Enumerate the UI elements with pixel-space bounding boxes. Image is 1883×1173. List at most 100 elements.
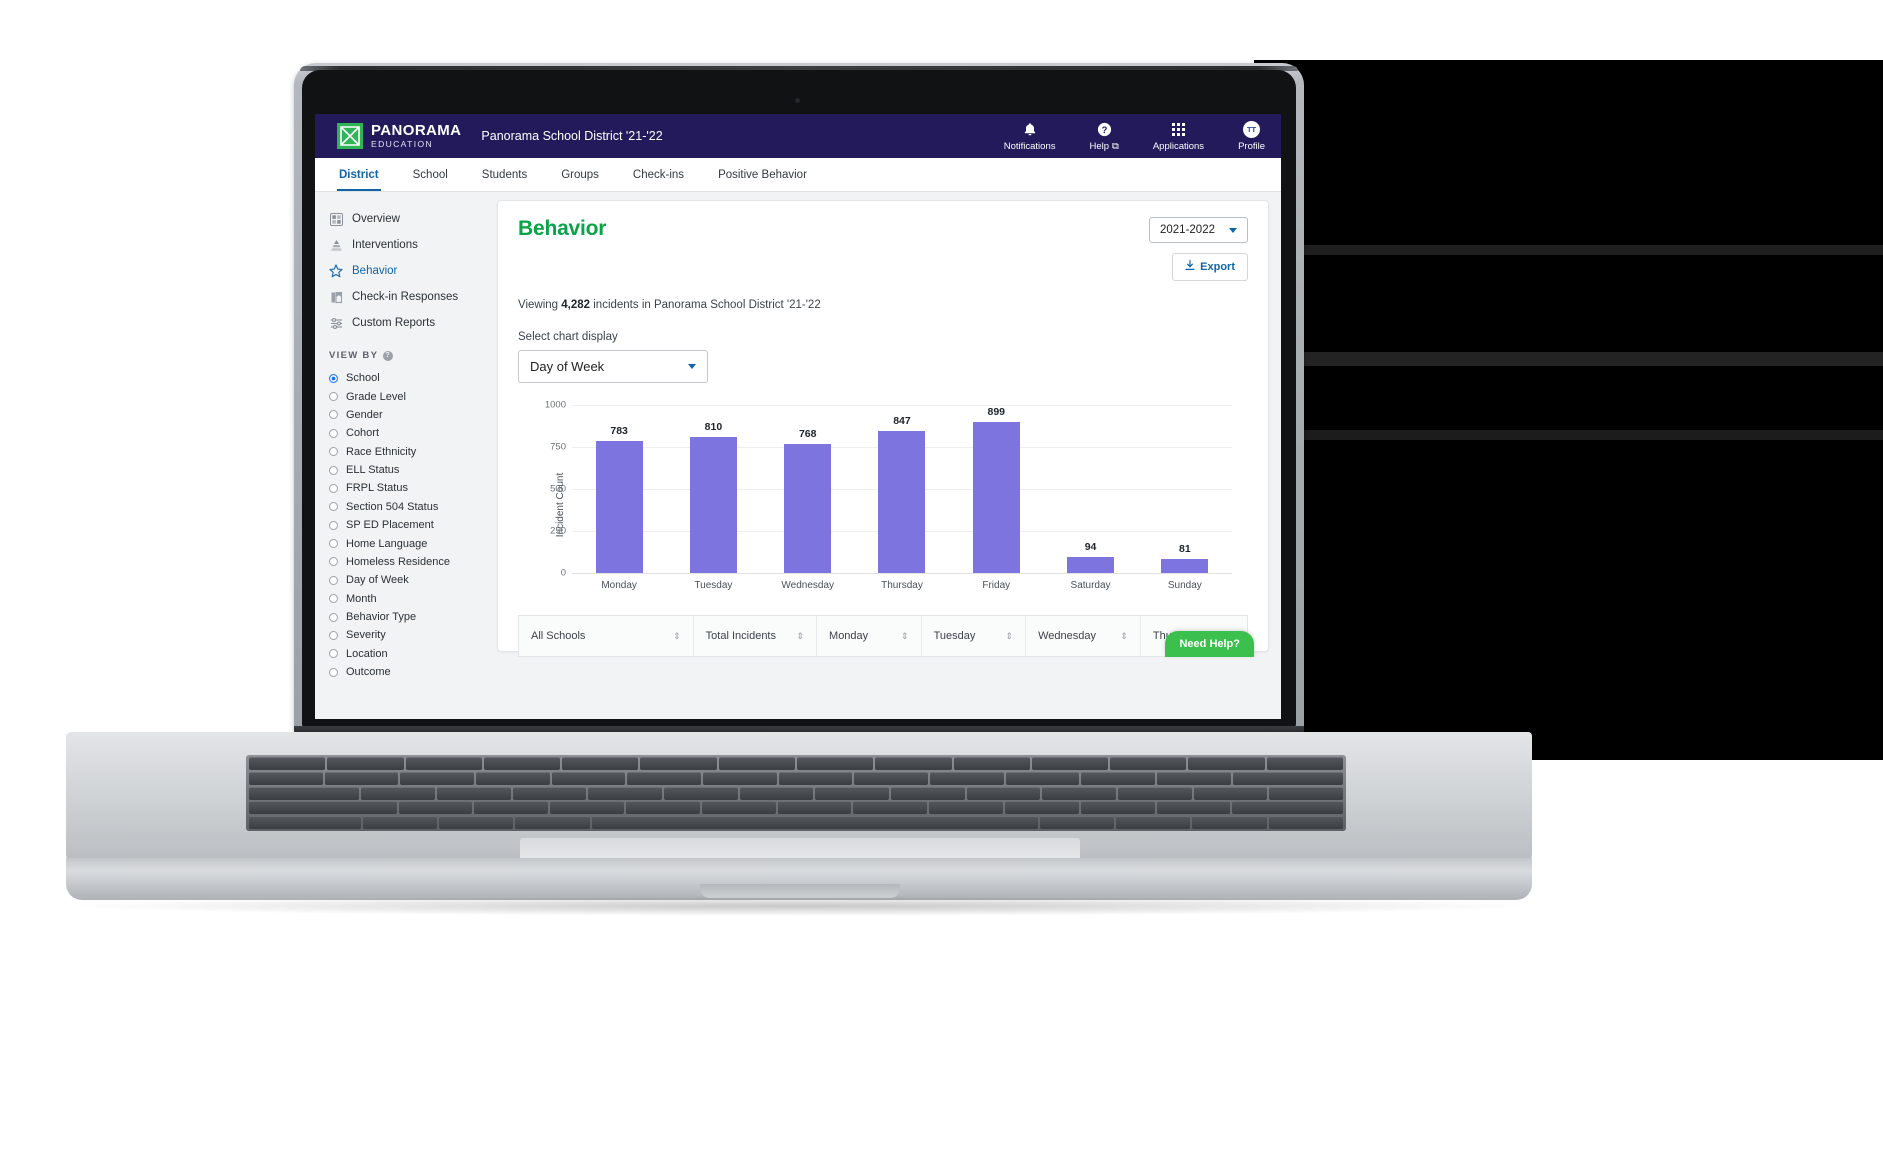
radio-label: Section 504 Status — [346, 500, 439, 513]
brand-logo-block[interactable]: PANORAMA EDUCATION — [337, 123, 461, 149]
chart-bar-column[interactable]: 783 — [572, 405, 666, 573]
col-all-schools[interactable]: All Schools ⇕ — [519, 616, 694, 656]
sidebar-item-behavior[interactable]: Behavior — [329, 258, 491, 284]
sliders-icon — [329, 316, 343, 330]
radio-indicator — [329, 520, 338, 530]
chart-bar-column[interactable]: 899 — [949, 405, 1043, 573]
help-text: Help — [1089, 140, 1110, 152]
col-label: All Schools — [531, 630, 586, 642]
export-row: Export — [518, 253, 1248, 281]
radio-sp-ed-placement[interactable]: SP ED Placement — [329, 516, 491, 534]
profile-button[interactable]: TT Profile — [1238, 120, 1265, 152]
chart-y-tick: 250 — [550, 525, 566, 537]
radio-label: Grade Level — [346, 390, 406, 403]
sidebar-item-overview[interactable]: Overview — [329, 206, 491, 232]
chart-bar-value: 94 — [1084, 541, 1097, 554]
dashboard-icon — [329, 212, 343, 226]
col-monday[interactable]: Monday ⇕ — [817, 616, 922, 656]
export-button[interactable]: Export — [1172, 253, 1248, 281]
district-name: Panorama School District '21-'22 — [481, 129, 663, 143]
chart-bar[interactable] — [595, 441, 643, 573]
chart-y-tick: 750 — [550, 441, 566, 453]
chart-bar-column[interactable]: 810 — [666, 405, 760, 573]
radio-school[interactable]: School — [329, 369, 491, 387]
radio-label: SP ED Placement — [346, 519, 434, 532]
radio-indicator — [329, 612, 338, 622]
notifications-label: Notifications — [1003, 140, 1056, 152]
applications-label: Applications — [1152, 140, 1205, 152]
chart-y-tick: 0 — [560, 567, 566, 579]
radio-gender[interactable]: Gender — [329, 406, 491, 424]
radio-outcome[interactable]: Outcome — [329, 663, 491, 681]
laptop-trackpad — [520, 838, 1080, 860]
chart-bar-column[interactable]: 94 — [1043, 405, 1137, 573]
radio-indicator — [329, 630, 338, 640]
chart-bar[interactable] — [1161, 559, 1209, 573]
radio-label: Gender — [346, 408, 383, 421]
col-total-incidents[interactable]: Total Incidents ⇕ — [694, 616, 818, 656]
need-help-button[interactable]: Need Help? — [1165, 631, 1254, 657]
incident-bar-chart: Incident Count 0 250 500 750 1000 783 810 768 84… — [518, 400, 1248, 605]
radio-month[interactable]: Month — [329, 590, 491, 608]
chart-bar[interactable] — [689, 436, 737, 573]
viewing-count: 4,282 — [561, 299, 591, 311]
radio-label: Cohort — [346, 427, 380, 440]
radio-behavior-type[interactable]: Behavior Type — [329, 608, 491, 626]
chart-bar-column[interactable]: 768 — [761, 405, 855, 573]
radio-cohort[interactable]: Cohort — [329, 424, 491, 442]
chart-x-tick: Wednesday — [781, 580, 835, 591]
school-year-select[interactable]: 2021-2022 — [1149, 217, 1248, 243]
radio-day-of-week[interactable]: Day of Week — [329, 571, 491, 589]
tab-groups[interactable]: Groups — [559, 169, 601, 191]
radio-home-language[interactable]: Home Language — [329, 534, 491, 552]
laptop-mockup: PANORAMA EDUCATION Panorama School Distr… — [0, 0, 1883, 1173]
sidebar-item-custom-reports[interactable]: Custom Reports — [329, 310, 491, 336]
chart-display-select[interactable]: Day of Week — [518, 350, 708, 383]
chart-bar[interactable] — [878, 430, 926, 573]
col-tuesday[interactable]: Tuesday ⇕ — [922, 616, 1027, 656]
chart-bar[interactable] — [784, 443, 832, 573]
profile-label: Profile — [1238, 140, 1265, 152]
radio-label: Severity — [346, 629, 386, 642]
chart-x-tick: Thursday — [881, 580, 923, 591]
sidebar-item-label: Overview — [352, 213, 400, 225]
radio-race-ethnicity[interactable]: Race Ethnicity — [329, 443, 491, 461]
col-wednesday[interactable]: Wednesday ⇕ — [1026, 616, 1141, 656]
chart-bar[interactable] — [972, 421, 1020, 573]
radio-section-504-status[interactable]: Section 504 Status — [329, 498, 491, 516]
tab-positive-behavior[interactable]: Positive Behavior — [716, 169, 809, 191]
tab-students[interactable]: Students — [480, 169, 529, 191]
chart-display-value: Day of Week — [530, 359, 605, 374]
question-circle-icon: ? — [1097, 121, 1112, 138]
radio-homeless-residence[interactable]: Homeless Residence — [329, 553, 491, 571]
star-icon — [329, 264, 343, 278]
tab-school[interactable]: School — [411, 169, 450, 191]
col-label: Wednesday — [1038, 630, 1096, 642]
radio-grade-level[interactable]: Grade Level — [329, 387, 491, 405]
tab-check-ins[interactable]: Check-ins — [631, 169, 686, 191]
help-circle-icon[interactable]: ? — [383, 350, 394, 361]
sort-icon: ⇕ — [673, 630, 681, 641]
radio-frpl-status[interactable]: FRPL Status — [329, 479, 491, 497]
radio-location[interactable]: Location — [329, 645, 491, 663]
radio-indicator — [329, 575, 338, 585]
radio-label: School — [346, 372, 380, 385]
tab-district[interactable]: District — [337, 169, 381, 191]
radio-ell-status[interactable]: ELL Status — [329, 461, 491, 479]
applications-button[interactable]: Applications — [1153, 121, 1204, 152]
sidebar-item-interventions[interactable]: Interventions — [329, 232, 491, 258]
sidebar-item-check-in-responses[interactable]: Check-in Responses — [329, 284, 491, 310]
radio-label: Month — [346, 592, 377, 605]
chart-bar[interactable] — [1067, 557, 1115, 573]
radio-severity[interactable]: Severity — [329, 626, 491, 644]
col-label: Total Incidents — [705, 630, 776, 642]
sidebar: Overview Interventions Behavior Check-in… — [315, 192, 491, 719]
behavior-card: Behavior 2021-2022 Export Viewing 4,282 … — [497, 200, 1269, 657]
brand-name: PANORAMA — [371, 122, 462, 140]
viewing-suffix: incidents in Panorama School District '2… — [590, 299, 821, 311]
chart-bar-column[interactable]: 847 — [855, 405, 949, 573]
chart-bar-column[interactable]: 81 — [1138, 405, 1232, 573]
notifications-button[interactable]: Notifications — [1003, 121, 1056, 152]
help-button[interactable]: ? Help ⧉ — [1089, 121, 1119, 152]
screenshot-root: PANORAMA EDUCATION Panorama School Distr… — [0, 0, 1883, 1173]
